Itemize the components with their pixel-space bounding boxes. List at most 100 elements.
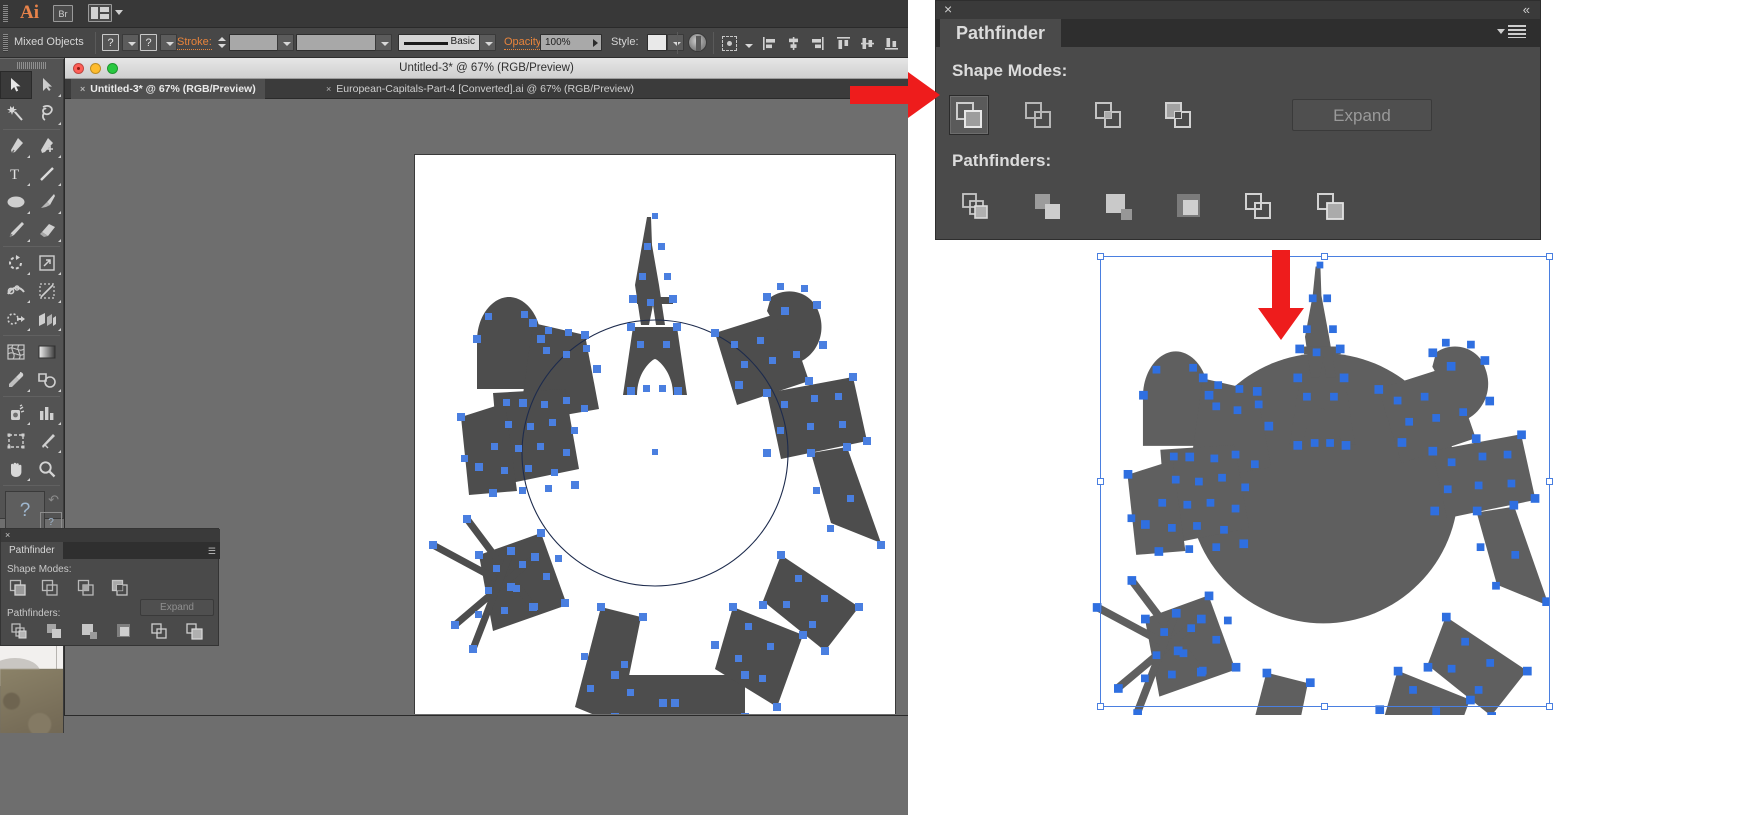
stroke-variable-width-field[interactable] — [296, 34, 384, 51]
panel-menu-icon[interactable]: ☰ — [208, 546, 216, 557]
shape-mode-unite[interactable] — [9, 579, 27, 597]
control-bar-grip[interactable] — [3, 34, 8, 52]
magic-wand-tool[interactable] — [0, 99, 32, 127]
pathfinder-crop[interactable] — [116, 623, 134, 641]
blend-tool[interactable] — [32, 366, 64, 394]
tools-panel-grip[interactable] — [16, 62, 47, 69]
close-icon[interactable]: × — [326, 84, 331, 94]
stroke-label[interactable]: Stroke: — [177, 36, 212, 50]
pathfinder-minus-back[interactable] — [1311, 187, 1351, 227]
paintbrush-tool[interactable] — [32, 188, 64, 216]
pathfinder-divide[interactable] — [11, 623, 29, 641]
pen-tool[interactable] — [0, 132, 32, 160]
close-icon[interactable]: × — [80, 84, 85, 94]
shape-mode-unite[interactable] — [949, 95, 989, 135]
hand-tool[interactable] — [0, 455, 32, 483]
stroke-width-caret[interactable] — [375, 34, 392, 51]
document-tab-untitled-3[interactable]: × Untitled-3* @ 67% (RGB/Preview) — [71, 79, 265, 99]
bridge-badge[interactable]: Br — [53, 5, 73, 22]
pathfinder-divide[interactable] — [956, 187, 996, 227]
pathfinder-merge[interactable] — [81, 623, 99, 641]
tab-pathfinder[interactable]: Pathfinder — [1, 542, 63, 559]
slice-tool[interactable] — [32, 427, 64, 455]
width-tool[interactable] — [0, 277, 32, 305]
shape-builder-tool[interactable] — [0, 305, 32, 333]
align-left-icon[interactable] — [762, 36, 777, 51]
selection-handle[interactable] — [1546, 253, 1553, 260]
fill-dropdown-caret[interactable] — [122, 34, 139, 51]
add-anchor-point-tool[interactable] — [32, 132, 64, 160]
shape-mode-intersect[interactable] — [77, 579, 95, 597]
type-tool[interactable]: T — [0, 160, 32, 188]
selection-handle[interactable] — [1097, 253, 1104, 260]
stroke-profile-field[interactable]: Basic — [398, 34, 480, 51]
lasso-tool[interactable] — [32, 99, 64, 127]
stroke-weight-caret[interactable] — [277, 34, 294, 51]
pathfinder-trim[interactable] — [46, 623, 64, 641]
pathfinder-crop[interactable] — [1170, 187, 1210, 227]
eyedropper-tool[interactable] — [0, 366, 32, 394]
document-tab-european-capitals[interactable]: × European-Capitals-Part-4 [Converted].a… — [317, 79, 643, 99]
panel-menu-icon[interactable] — [1497, 25, 1526, 38]
column-graph-tool[interactable] — [32, 399, 64, 427]
gradient-tool[interactable] — [32, 338, 64, 366]
opacity-input[interactable]: 100% — [540, 34, 602, 51]
line-segment-tool[interactable] — [32, 160, 64, 188]
selection-handle[interactable] — [1097, 703, 1104, 710]
fill-color-indicator[interactable]: ? — [102, 34, 119, 51]
perspective-grid-tool[interactable] — [32, 305, 64, 333]
selection-tool[interactable] — [0, 71, 32, 99]
scale-tool[interactable] — [32, 249, 64, 277]
tab-pathfinder[interactable]: Pathfinder — [940, 19, 1062, 47]
direct-selection-tool[interactable] — [32, 71, 64, 99]
stroke-dropdown-caret[interactable] — [160, 34, 177, 51]
collapse-icon[interactable]: « — [1523, 2, 1530, 17]
selection-bounding-box[interactable] — [1097, 253, 1553, 710]
pathfinder-outline[interactable] — [1239, 187, 1279, 227]
zoom-tool[interactable] — [32, 455, 64, 483]
chevron-down-icon[interactable] — [115, 10, 123, 15]
shape-mode-exclude[interactable] — [111, 579, 129, 597]
transform-caret-icon[interactable] — [740, 37, 753, 49]
free-transform-tool[interactable] — [32, 277, 64, 305]
pencil-tool[interactable] — [0, 216, 32, 244]
fill-unknown-indicator[interactable]: ? — [5, 491, 45, 531]
expand-button[interactable]: Expand — [1292, 99, 1432, 131]
expand-button[interactable]: Expand — [140, 599, 214, 616]
selection-handle[interactable] — [1546, 703, 1553, 710]
pathfinder-outline[interactable] — [151, 623, 169, 641]
align-right-icon[interactable] — [810, 36, 825, 51]
workspace-switcher-icon[interactable] — [88, 4, 112, 22]
artboard[interactable] — [415, 155, 895, 714]
shape-mode-minus-front[interactable] — [1018, 95, 1058, 135]
graphic-style-swatch[interactable] — [647, 34, 667, 51]
stroke-weight-stepper[interactable] — [216, 34, 227, 51]
style-caret[interactable] — [667, 34, 684, 51]
pathfinder-minus-back[interactable] — [186, 623, 204, 641]
selection-handle[interactable] — [1321, 703, 1328, 710]
stroke-color-indicator[interactable]: ? — [140, 34, 157, 51]
revert-arrow-icon[interactable]: ↶ — [48, 492, 59, 508]
close-icon[interactable]: × — [1, 529, 220, 542]
shape-mode-intersect[interactable] — [1088, 95, 1128, 135]
close-icon[interactable]: × — [944, 1, 952, 17]
symbol-sprayer-tool[interactable] — [0, 399, 32, 427]
pathfinder-merge[interactable] — [1099, 187, 1139, 227]
transform-icon[interactable] — [722, 36, 737, 51]
stroke-profile-caret[interactable] — [479, 34, 496, 51]
shape-mode-exclude[interactable] — [1158, 95, 1198, 135]
mesh-tool[interactable] — [0, 338, 32, 366]
selection-handle[interactable] — [1097, 477, 1104, 485]
opacity-label[interactable]: Opacity: — [504, 36, 545, 50]
ellipse-tool[interactable] — [0, 188, 32, 216]
pathfinder-trim[interactable] — [1028, 187, 1068, 227]
recolor-artwork-icon[interactable] — [688, 33, 707, 52]
selection-handle[interactable] — [1546, 477, 1553, 485]
app-bar-grip[interactable] — [3, 5, 8, 23]
eraser-tool[interactable] — [32, 216, 64, 244]
artboard-tool[interactable] — [0, 427, 32, 455]
shape-mode-minus-front[interactable] — [41, 579, 59, 597]
distribute-top-icon[interactable] — [836, 36, 851, 51]
selection-handle[interactable] — [1321, 253, 1328, 260]
distribute-center-icon[interactable] — [860, 36, 875, 51]
